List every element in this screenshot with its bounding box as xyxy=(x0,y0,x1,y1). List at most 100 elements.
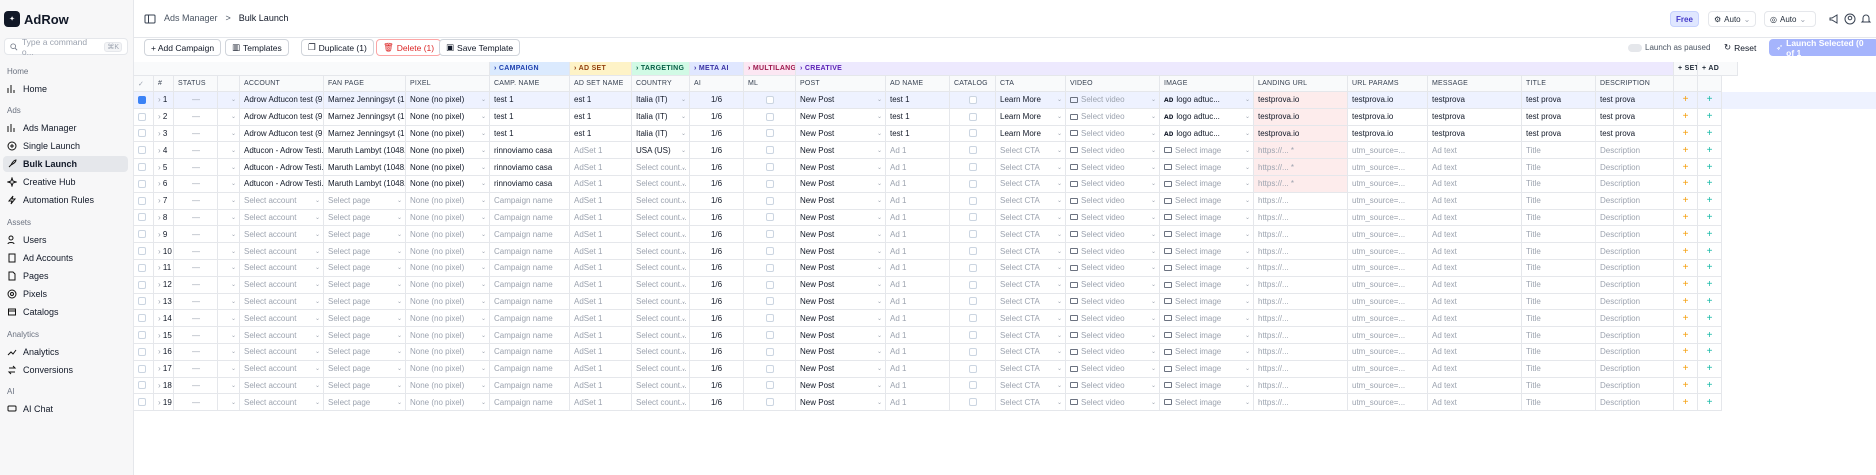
cell-video[interactable]: Select video ⌄ xyxy=(1066,209,1160,227)
sidebar-item-catalogs[interactable]: Catalogs xyxy=(3,304,128,320)
cell-ai[interactable]: 1/6 xyxy=(690,344,744,361)
cell-pixel[interactable]: None (no pixel) ⌄ xyxy=(406,159,490,176)
cell-adset[interactable]: AdSet 1 xyxy=(570,394,632,412)
cell-image[interactable]: Select image ⌄ xyxy=(1160,243,1254,260)
cell-desc[interactable]: Description xyxy=(1596,192,1674,210)
cell-cta[interactable]: Select CTA ⌄ xyxy=(996,344,1066,361)
cell-params[interactable]: utm_source=... xyxy=(1348,394,1428,412)
cell-ml[interactable] xyxy=(744,243,796,260)
cell-desc[interactable]: Description xyxy=(1596,276,1674,294)
cell-sel[interactable] xyxy=(134,142,154,160)
ml-checkbox[interactable] xyxy=(765,163,774,172)
catalog-checkbox[interactable] xyxy=(968,163,977,172)
cell-country[interactable]: Select count... ⌄ xyxy=(632,176,690,193)
catalog-checkbox[interactable] xyxy=(968,129,977,138)
sidebar-item-analytics[interactable]: Analytics xyxy=(3,344,128,360)
cell-camp[interactable]: Campaign name xyxy=(490,209,570,227)
cell-cta[interactable]: Select CTA ⌄ xyxy=(996,377,1066,395)
expand-chevron-icon[interactable]: › xyxy=(158,112,161,121)
cell-account[interactable]: Select account ⌄ xyxy=(240,192,324,210)
cell-message[interactable]: testprova xyxy=(1428,108,1522,126)
catalog-checkbox[interactable] xyxy=(968,364,977,373)
add-ad-icon[interactable]: + xyxy=(1707,128,1713,139)
cell-camp[interactable]: Campaign name xyxy=(490,377,570,395)
row-checkbox[interactable] xyxy=(138,398,146,407)
sidebar-item-users[interactable]: Users xyxy=(3,232,128,248)
cell-catalog[interactable] xyxy=(950,192,996,210)
cell-catalog[interactable] xyxy=(950,209,996,227)
cell-account[interactable]: Select account ⌄ xyxy=(240,394,324,412)
cell-post[interactable]: New Post ⌄ xyxy=(796,260,886,277)
cell-image[interactable]: Select image ⌄ xyxy=(1160,142,1254,160)
expand-chevron-icon[interactable]: › xyxy=(158,213,161,222)
table-row[interactable]: › 1— ⌄ Adrow Adtucon test (9... ⌄ Marnez Jen… xyxy=(134,92,1876,109)
cell-account[interactable]: Adtucon - Adrow Testi... ⌄ xyxy=(240,176,324,193)
cell-pixel[interactable]: None (no pixel) ⌄ xyxy=(406,92,490,109)
cell-cta[interactable]: Learn More ⌄ xyxy=(996,125,1066,143)
cell-country[interactable]: USA (US) ⌄ xyxy=(632,142,690,160)
ml-checkbox[interactable] xyxy=(765,196,774,205)
add-set-icon[interactable]: + xyxy=(1683,346,1689,357)
expand-chevron-icon[interactable]: › xyxy=(158,230,161,239)
cell-video[interactable]: Select video ⌄ xyxy=(1066,243,1160,260)
cell-video[interactable]: Select video ⌄ xyxy=(1066,394,1160,412)
cell-lead[interactable]: ⌄ xyxy=(218,92,240,109)
cell-image[interactable]: Select image ⌄ xyxy=(1160,344,1254,361)
cell-adname[interactable]: test 1 xyxy=(886,92,950,109)
cell-adname[interactable]: Ad 1 xyxy=(886,192,950,210)
cell-catalog[interactable] xyxy=(950,344,996,361)
table-row[interactable]: › 13— ⌄ Select account ⌄ Select page ⌄ None (n… xyxy=(134,293,1876,311)
add-ad-icon[interactable]: + xyxy=(1707,380,1713,391)
cell-params[interactable]: testprova.io xyxy=(1348,92,1428,109)
cell-cta[interactable]: Learn More ⌄ xyxy=(996,108,1066,126)
cell-sel[interactable] xyxy=(134,360,154,378)
cell-ml[interactable] xyxy=(744,293,796,311)
cell-title[interactable]: Title xyxy=(1522,276,1596,294)
sidebar-item-pixels[interactable]: Pixels xyxy=(3,286,128,302)
cell-params[interactable]: utm_source=... xyxy=(1348,226,1428,244)
cell-landing[interactable]: https://... xyxy=(1254,377,1348,395)
cell-message[interactable]: Ad text xyxy=(1428,159,1522,176)
cell-cta[interactable]: Select CTA ⌄ xyxy=(996,293,1066,311)
cell-desc[interactable]: Description xyxy=(1596,394,1674,412)
cell-adset[interactable]: AdSet 1 xyxy=(570,226,632,244)
cell-sel[interactable] xyxy=(134,192,154,210)
ml-checkbox[interactable] xyxy=(765,297,774,306)
cell-sel[interactable] xyxy=(134,394,154,412)
cell-params[interactable]: utm_source=... xyxy=(1348,310,1428,328)
table-row[interactable]: › 6— ⌄ Adtucon - Adrow Testi... ⌄ Maruth Lam… xyxy=(134,176,1876,193)
ml-checkbox[interactable] xyxy=(765,331,774,340)
cell-video[interactable]: Select video ⌄ xyxy=(1066,293,1160,311)
cell-adname[interactable]: Ad 1 xyxy=(886,209,950,227)
expand-chevron-icon[interactable]: › xyxy=(158,196,161,205)
cell-camp[interactable]: Campaign name xyxy=(490,327,570,344)
cell-page[interactable]: Select page ⌄ xyxy=(324,276,406,294)
table-row[interactable]: › 11— ⌄ Select account ⌄ Select page ⌄ None (n… xyxy=(134,260,1876,277)
catalog-checkbox[interactable] xyxy=(968,213,977,222)
catalog-checkbox[interactable] xyxy=(968,263,977,272)
cell-post[interactable]: New Post ⌄ xyxy=(796,327,886,344)
cell-camp[interactable]: Campaign name xyxy=(490,276,570,294)
expand-chevron-icon[interactable]: › xyxy=(158,247,161,256)
table-row[interactable]: › 17— ⌄ Select account ⌄ Select page ⌄ None (n… xyxy=(134,360,1876,378)
cell-ml[interactable] xyxy=(744,108,796,126)
cell-ml[interactable] xyxy=(744,142,796,160)
cell-sel[interactable] xyxy=(134,209,154,227)
cell-title[interactable]: Title xyxy=(1522,360,1596,378)
catalog-checkbox[interactable] xyxy=(968,230,977,239)
cell-params[interactable]: utm_source=... xyxy=(1348,159,1428,176)
cell-params[interactable]: utm_source=... xyxy=(1348,293,1428,311)
cell-ai[interactable]: 1/6 xyxy=(690,192,744,210)
cell-pixel[interactable]: None (no pixel) ⌄ xyxy=(406,327,490,344)
cell-title[interactable]: Title xyxy=(1522,142,1596,160)
cell-image[interactable]: ᴀᴅ logo adtuc... ⌄ xyxy=(1160,125,1254,143)
cell-ml[interactable] xyxy=(744,192,796,210)
cell-landing[interactable]: testprova.io xyxy=(1254,92,1348,109)
add-ad-icon[interactable]: + xyxy=(1707,346,1713,357)
cell-page[interactable]: Maruth Lambyt (1048... ⌄ xyxy=(324,159,406,176)
cell-camp[interactable]: rinnoviamo casa xyxy=(490,142,570,160)
cell-adname[interactable]: Ad 1 xyxy=(886,394,950,412)
cell-ai[interactable]: 1/6 xyxy=(690,360,744,378)
add-ad-icon[interactable]: + xyxy=(1707,246,1713,257)
cell-account[interactable]: Adrow Adtucon test (9... ⌄ xyxy=(240,92,324,109)
